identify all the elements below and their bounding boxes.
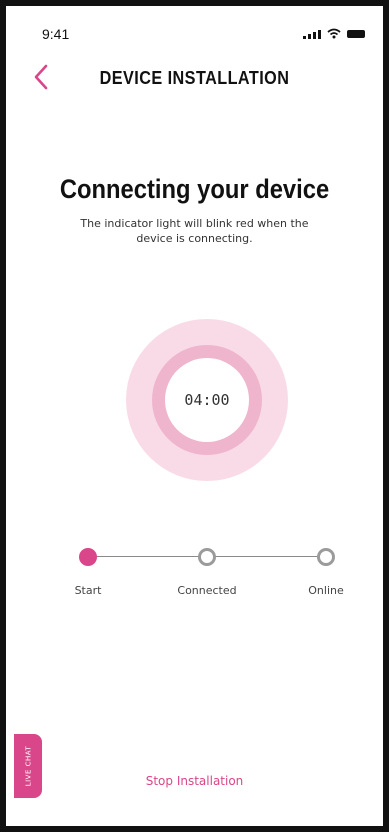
step-online-dot (317, 548, 335, 566)
countdown-timer: 04:00 (184, 391, 230, 409)
headline: Connecting your device (59, 174, 330, 204)
status-icons (303, 28, 365, 39)
step-connected-label: Connected (177, 584, 237, 597)
page-title: DEVICE INSTALLATION (99, 68, 290, 88)
status-time: 9:41 (42, 26, 70, 42)
timer-center: 04:00 (165, 358, 249, 442)
step-start-label: Start (74, 584, 102, 597)
wifi-icon (327, 28, 341, 39)
stepper-line-1 (88, 556, 206, 557)
step-connected-dot (198, 548, 216, 566)
stop-installation-button[interactable]: Stop Installation (6, 774, 383, 788)
phone-screen: 9:41 DEVICE INSTALLATION Connecting your… (0, 0, 389, 832)
step-start-dot (79, 548, 97, 566)
instruction-text: The indicator light will blink red when … (80, 217, 309, 245)
battery-icon (347, 29, 365, 38)
signal-icon (303, 29, 321, 39)
step-online-label: Online (308, 584, 344, 597)
stepper-line-2 (209, 556, 324, 557)
live-chat-tab[interactable]: LIVE CHAT (14, 734, 42, 798)
